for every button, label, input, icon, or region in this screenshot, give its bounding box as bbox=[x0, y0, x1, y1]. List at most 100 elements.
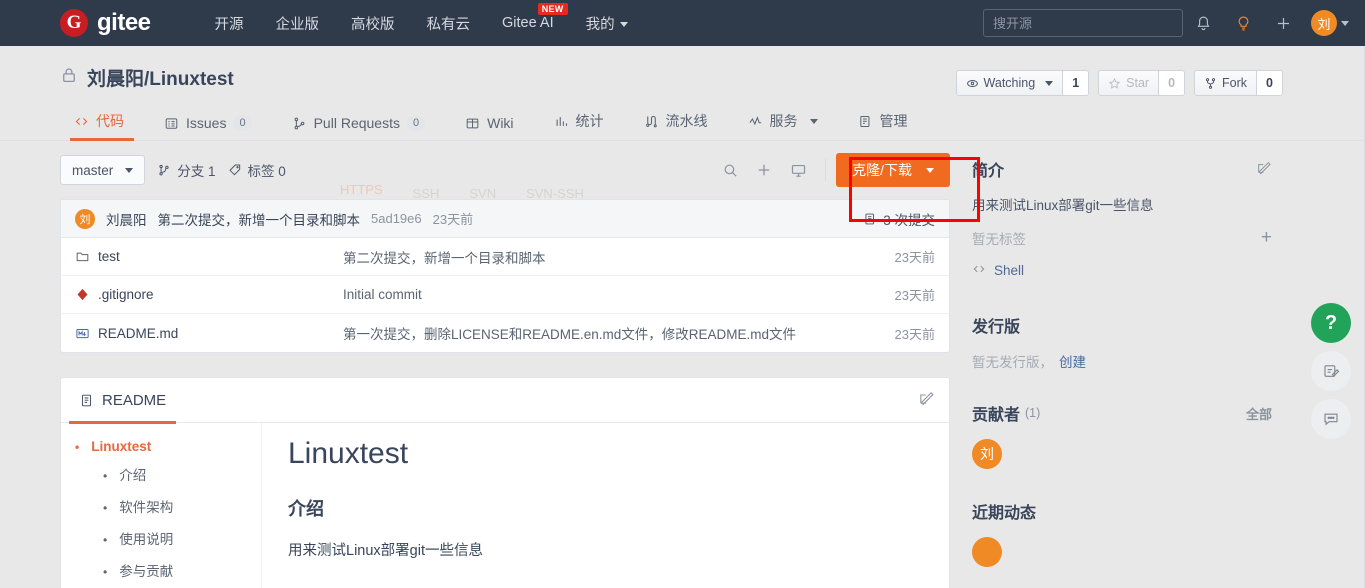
tab-readme[interactable]: README bbox=[68, 378, 177, 424]
search-icon[interactable] bbox=[713, 153, 747, 187]
file-list-panel: 刘 刘晨阳 第二次提交，新增一个目录和脚本 5ad19e6 23天前 3 次提交 bbox=[60, 199, 950, 353]
commit-author[interactable]: 刘晨阳 bbox=[106, 209, 147, 229]
star-icon bbox=[1108, 77, 1121, 89]
help-question-icon[interactable]: ? bbox=[1311, 303, 1351, 343]
bullet-icon: • bbox=[103, 565, 108, 579]
avatar[interactable]: 刘 bbox=[972, 439, 1002, 469]
file-time: 23天前 bbox=[894, 250, 935, 265]
file-time: 23天前 bbox=[894, 326, 935, 342]
readme-header: README bbox=[61, 378, 949, 424]
avatar-chevron-down-icon[interactable] bbox=[1341, 20, 1349, 26]
readme-subheading: 介绍 bbox=[288, 499, 324, 519]
commit-hash[interactable]: 5ad19e6 bbox=[371, 211, 422, 226]
tab-services[interactable]: 服务 bbox=[728, 111, 838, 140]
nav-link-private-cloud[interactable]: 私有云 bbox=[411, 13, 487, 34]
file-commit-message[interactable]: 第一次提交，删除LICENSE和README.en.md文件，修改README.… bbox=[343, 323, 895, 343]
toolbar-divider bbox=[825, 159, 827, 181]
tab-pipeline[interactable]: 流水线 bbox=[624, 111, 728, 140]
wiki-icon bbox=[466, 118, 479, 128]
language-row[interactable]: Shell bbox=[972, 262, 1272, 279]
nav-link-opensource[interactable]: 开源 bbox=[199, 13, 260, 34]
file-commit-message[interactable]: 第二次提交，新增一个目录和脚本 bbox=[343, 247, 895, 267]
contributor-avatars: 刘 bbox=[972, 439, 1272, 469]
feedback-edit-icon[interactable] bbox=[1311, 351, 1351, 391]
nav-link-gitee-ai[interactable]: Gitee AI NEW bbox=[486, 3, 570, 31]
clone-chevron-down-icon bbox=[926, 167, 934, 173]
file-name-cell[interactable]: test bbox=[75, 249, 343, 264]
clone-download-button[interactable]: 克隆/下载 bbox=[836, 153, 950, 187]
commit-author-avatar[interactable]: 刘 bbox=[75, 208, 95, 229]
monitor-icon[interactable] bbox=[781, 153, 815, 187]
about-edit-icon[interactable] bbox=[1256, 159, 1272, 180]
create-release-link[interactable]: 创建 bbox=[1059, 351, 1086, 371]
code-icon bbox=[75, 117, 88, 125]
add-file-plus-icon[interactable] bbox=[747, 153, 781, 187]
file-name-cell[interactable]: README.md bbox=[75, 326, 343, 341]
tags-link[interactable]: 标签 0 bbox=[228, 160, 286, 180]
table-row[interactable]: README.md 第一次提交，删除LICENSE和README.en.md文件… bbox=[61, 314, 949, 352]
watch-button-main[interactable]: Watching bbox=[956, 71, 1063, 95]
nav-link-mine[interactable]: 我的 bbox=[570, 13, 644, 34]
toc-root-item[interactable]: • Linuxtest bbox=[75, 439, 247, 454]
star-count: 0 bbox=[1158, 71, 1185, 95]
about-description: 用来测试Linux部署git一些信息 bbox=[972, 198, 1154, 213]
search-input[interactable] bbox=[983, 9, 1183, 37]
tab-issues[interactable]: Issues 0 bbox=[144, 115, 272, 140]
table-row[interactable]: test 第二次提交，新增一个目录和脚本 23天前 bbox=[61, 238, 949, 276]
commit-count-link[interactable]: 3 次提交 bbox=[863, 209, 935, 229]
table-row[interactable]: .gitignore Initial commit 23天前 bbox=[61, 276, 949, 314]
branches-label: 分支 1 bbox=[177, 164, 216, 179]
add-tag-plus-icon[interactable]: + bbox=[1261, 228, 1272, 247]
lightbulb-icon[interactable] bbox=[1223, 0, 1263, 46]
tab-wiki[interactable]: Wiki bbox=[445, 115, 533, 140]
contributors-all-link[interactable]: 全部 bbox=[1246, 404, 1272, 423]
readme-rendered-content: Linuxtest 介绍 用来测试Linux部署git一些信息 bbox=[261, 423, 949, 588]
watch-button[interactable]: Watching 1 bbox=[955, 70, 1090, 96]
avatar[interactable]: 刘 bbox=[1311, 10, 1337, 36]
tab-issues-count: 0 bbox=[233, 115, 252, 131]
commit-message[interactable]: 第二次提交，新增一个目录和脚本 bbox=[158, 209, 361, 229]
top-navigation-bar: G gitee 开源 企业版 高校版 私有云 Gitee AI NEW 我的 搜… bbox=[0, 0, 1365, 46]
gitee-logo[interactable]: G gitee bbox=[60, 9, 151, 37]
code-icon bbox=[972, 262, 986, 279]
file-time: 23天前 bbox=[894, 288, 935, 303]
commit-history-icon bbox=[865, 213, 875, 224]
star-button-main[interactable]: Star bbox=[1099, 71, 1159, 95]
top-nav-right: 刘 bbox=[983, 0, 1349, 46]
list-item[interactable]: • 参与贡献 bbox=[103, 560, 247, 580]
star-button[interactable]: Star 0 bbox=[1098, 70, 1186, 96]
repository-name[interactable]: 刘晨阳/Linuxtest bbox=[87, 64, 234, 91]
comment-icon[interactable] bbox=[1311, 399, 1351, 439]
tab-statistics[interactable]: 统计 bbox=[534, 111, 624, 140]
nav-link-education[interactable]: 高校版 bbox=[335, 13, 411, 34]
bell-icon[interactable] bbox=[1183, 0, 1223, 46]
clone-download-label: 克隆/下载 bbox=[852, 162, 912, 178]
list-item[interactable]: • 介绍 bbox=[103, 464, 247, 484]
plus-icon[interactable] bbox=[1263, 0, 1303, 46]
floating-action-buttons: ? bbox=[1311, 303, 1351, 439]
contributors-section: 贡献者 (1) 全部 刘 bbox=[972, 401, 1272, 469]
fork-button[interactable]: Fork 0 bbox=[1194, 70, 1283, 96]
bullet-icon: • bbox=[75, 440, 80, 454]
new-badge: NEW bbox=[537, 3, 568, 15]
main-content-area: master 分支 1 标签 0 克隆/下载 刘 刘晨阳 第二次提交，新增一个目… bbox=[0, 141, 1365, 588]
list-item[interactable]: • 软件架构 bbox=[103, 496, 247, 516]
file-name-cell[interactable]: .gitignore bbox=[75, 287, 343, 302]
tab-pull-requests[interactable]: Pull Requests 0 bbox=[272, 115, 446, 140]
repository-tabs: 代码 Issues 0 Pull Requests 0 Wiki 统计 流水线 … bbox=[0, 107, 1365, 141]
file-commit-message[interactable]: Initial commit bbox=[343, 287, 895, 302]
language-label: Shell bbox=[994, 263, 1025, 278]
tags-label: 标签 0 bbox=[247, 164, 286, 179]
tab-code[interactable]: 代码 bbox=[60, 111, 144, 141]
edit-icon[interactable] bbox=[918, 389, 935, 411]
tab-wiki-label: Wiki bbox=[487, 115, 514, 131]
commit-time: 23天前 bbox=[432, 212, 474, 227]
fork-button-main[interactable]: Fork bbox=[1195, 71, 1257, 95]
tab-manage[interactable]: 管理 bbox=[838, 111, 928, 140]
contributors-count: (1) bbox=[1025, 406, 1041, 420]
top-nav-links: 开源 企业版 高校版 私有云 Gitee AI NEW 我的 bbox=[199, 3, 644, 34]
list-item[interactable]: • 使用说明 bbox=[103, 528, 247, 548]
branch-selector[interactable]: master bbox=[60, 155, 146, 185]
branches-link[interactable]: 分支 1 bbox=[157, 160, 216, 180]
nav-link-enterprise[interactable]: 企业版 bbox=[260, 13, 336, 34]
